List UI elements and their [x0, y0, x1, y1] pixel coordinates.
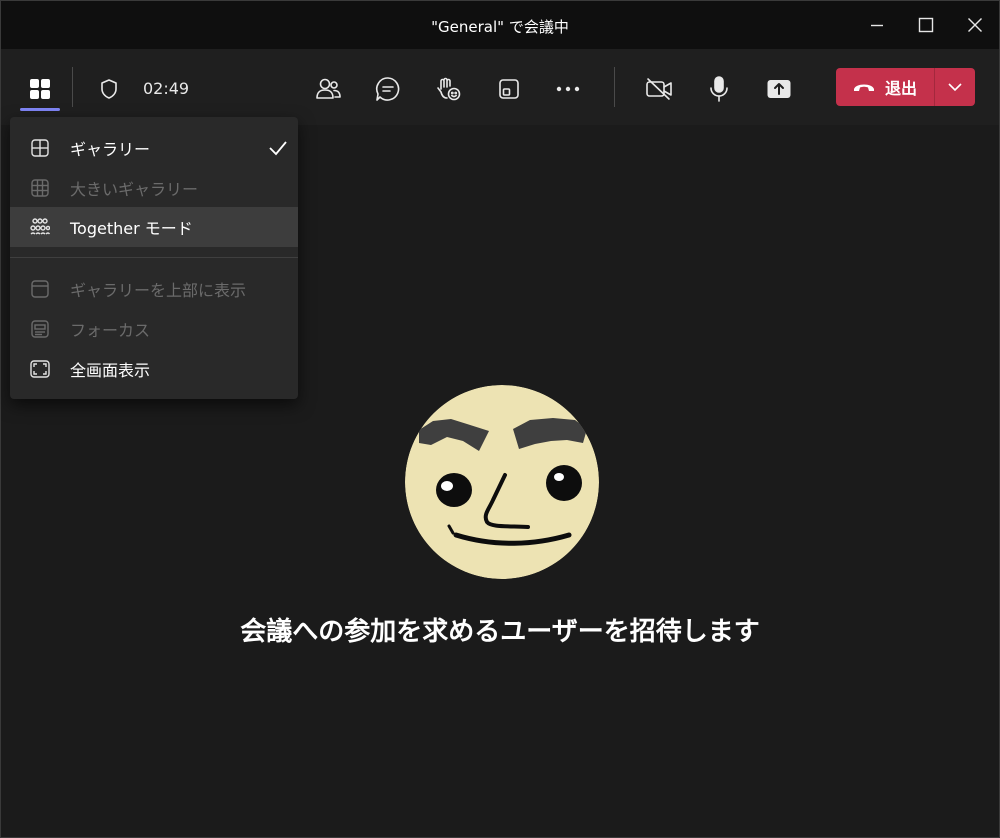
people-button[interactable] — [308, 69, 348, 109]
gallery-icon — [31, 139, 49, 157]
view-layout-button[interactable] — [20, 69, 60, 109]
camera-off-icon — [646, 78, 672, 100]
together-mode-icon — [30, 218, 50, 235]
menu-item-label: 大きいギャラリー — [70, 180, 199, 199]
fullscreen-icon — [30, 360, 50, 378]
more-actions-button[interactable] — [548, 69, 588, 109]
share-icon — [767, 80, 791, 98]
avatar — [405, 385, 599, 579]
share-button[interactable] — [759, 69, 799, 109]
reactions-button[interactable] — [428, 69, 468, 109]
menu-item-label: Together モード — [70, 219, 193, 238]
leave-options-button[interactable] — [935, 68, 975, 106]
chevron-down-icon — [948, 82, 962, 91]
rooms-icon — [499, 79, 519, 99]
view-active-indicator — [20, 108, 60, 111]
hang-up-icon — [853, 84, 874, 91]
camera-toggle-button[interactable] — [639, 69, 679, 109]
maximize-icon — [918, 17, 934, 33]
shield-icon — [101, 79, 117, 99]
leave-label: 退出 — [884, 79, 917, 98]
view-layout-icon — [30, 79, 50, 99]
menu-item-fullscreen[interactable]: 全画面表示 — [10, 349, 298, 389]
meeting-timer: 02:49 — [143, 79, 190, 98]
minimize-icon — [871, 24, 883, 27]
microphone-icon — [710, 76, 728, 102]
checkmark-icon — [269, 141, 287, 156]
more-icon — [556, 86, 580, 92]
minimize-button[interactable] — [852, 1, 902, 49]
rooms-button[interactable] — [489, 69, 529, 109]
raise-hand-icon — [437, 77, 461, 101]
menu-divider — [10, 257, 298, 258]
leave-button-group: 退出 — [836, 68, 975, 106]
menu-item-label: ギャラリー — [70, 140, 151, 159]
leave-button[interactable]: 退出 — [836, 68, 934, 106]
chat-button[interactable] — [368, 69, 408, 109]
people-icon — [316, 78, 341, 99]
menu-item-label: ギャラリーを上部に表示 — [70, 281, 247, 300]
menu-item-label: フォーカス — [70, 321, 151, 340]
maximize-button[interactable] — [901, 1, 951, 49]
title-bar: "General" で会議中 — [1, 1, 999, 49]
window-title: "General" で会議中 — [431, 18, 569, 36]
focus-icon — [31, 320, 49, 338]
meeting-toolbar: 02:49 退出 — [1, 49, 999, 125]
avatar-face-image — [405, 385, 599, 579]
menu-item-gallery-top: ギャラリーを上部に表示 — [10, 269, 298, 309]
menu-item-large-gallery: 大きいギャラリー — [10, 168, 298, 208]
menu-item-together-mode[interactable]: Together モード — [10, 207, 298, 247]
menu-item-focus: フォーカス — [10, 309, 298, 349]
shield-button[interactable] — [89, 69, 129, 109]
menu-item-gallery[interactable]: ギャラリー — [10, 128, 298, 168]
toolbar-divider — [72, 67, 73, 107]
view-menu: ギャラリー 大きいギャラリー Together モード ギャラリーを上部に表示 … — [10, 117, 298, 399]
menu-item-label: 全画面表示 — [70, 361, 151, 380]
close-button[interactable] — [950, 1, 1000, 49]
chat-icon — [376, 77, 400, 101]
microphone-button[interactable] — [699, 69, 739, 109]
large-gallery-icon — [31, 179, 49, 197]
meeting-window: "General" で会議中 02:49 退出 会議への参加を求めるユーザーを招… — [0, 0, 1000, 838]
gallery-top-icon — [31, 280, 49, 298]
close-icon — [968, 18, 982, 32]
invite-message: 会議への参加を求めるユーザーを招待します — [240, 617, 760, 647]
toolbar-divider — [614, 67, 615, 107]
